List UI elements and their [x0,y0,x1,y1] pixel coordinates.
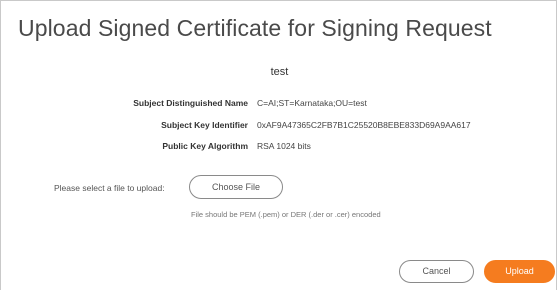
file-upload-label: Please select a file to upload: [54,183,165,193]
upload-certificate-dialog: Upload Signed Certificate for Signing Re… [0,0,557,290]
certificate-name: test [270,66,289,78]
file-format-hint: File should be PEM (.pem) or DER (.der o… [191,210,381,219]
public-key-algorithm-label: Public Key Algorithm [162,141,248,151]
subject-dn-value: C=AI;ST=Karnataka;OU=test [257,98,367,108]
public-key-algorithm-value: RSA 1024 bits [257,141,311,151]
subject-key-id-label: Subject Key Identifier [161,120,248,130]
public-key-algorithm-row: Public Key Algorithm RSA 1024 bits [1,141,558,155]
dialog-title: Upload Signed Certificate for Signing Re… [18,15,492,41]
choose-file-button[interactable]: Choose File [189,175,283,199]
subject-key-id-value: 0xAF9A47365C2FB7B1C25520B8EBE833D69A9AA6… [257,120,471,130]
subject-key-id-row: Subject Key Identifier 0xAF9A47365C2FB7B… [1,120,558,134]
upload-button[interactable]: Upload [484,260,555,283]
subject-dn-row: Subject Distinguished Name C=AI;ST=Karna… [1,98,558,112]
cancel-button[interactable]: Cancel [399,260,474,283]
subject-dn-label: Subject Distinguished Name [133,98,248,108]
